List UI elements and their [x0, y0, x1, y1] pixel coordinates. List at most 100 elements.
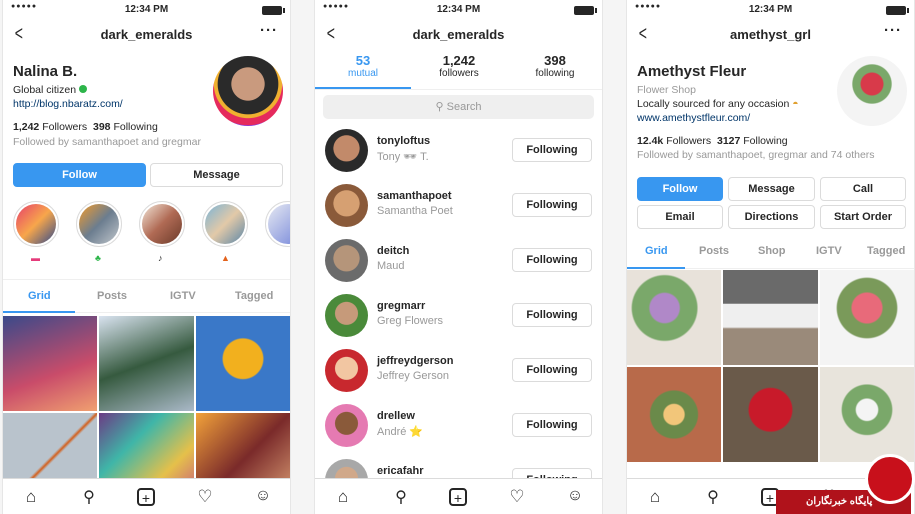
story-highlight[interactable] [265, 201, 290, 247]
following-button[interactable]: Following [512, 193, 592, 217]
nav-bar: < dark_emeralds [315, 22, 602, 48]
list-item[interactable]: drellew André ⭐ Following [315, 398, 602, 453]
message-button[interactable]: Message [728, 177, 815, 201]
full-name: André ⭐ [377, 426, 424, 438]
grid-photo[interactable] [627, 367, 722, 462]
grid-photo[interactable] [99, 316, 194, 411]
add-post-icon[interactable]: + [449, 488, 467, 506]
following-button[interactable]: Following [512, 248, 592, 272]
tab-grid[interactable]: Grid [645, 245, 668, 257]
profile-avatar[interactable] [213, 56, 283, 126]
tab-mutual[interactable]: 53 mutual [323, 53, 403, 79]
list-item[interactable]: tonyloftus Tony 🕶 T. Following [315, 123, 602, 178]
heart-icon[interactable]: ♡ [507, 487, 527, 507]
profile-tabs: Grid Posts IGTV Tagged [3, 279, 290, 313]
heart-icon[interactable]: ♡ [195, 487, 215, 507]
tab-posts[interactable]: Posts [699, 245, 729, 257]
tab-following[interactable]: 398 following [515, 53, 595, 79]
tab-tagged[interactable]: Tagged [235, 290, 273, 302]
profile-bio: Global citizen [13, 84, 87, 96]
profile-avatar[interactable] [837, 56, 907, 126]
avatar [325, 404, 368, 447]
grid-photo[interactable] [723, 367, 818, 462]
profile-screen-nalina: ●●●●● 12:34 PM < dark_emeralds ··· Nalin… [2, 0, 291, 514]
battery-icon [262, 6, 285, 15]
grid-photo[interactable] [819, 367, 914, 462]
list-item[interactable]: gregmarr Greg Flowers Following [315, 288, 602, 343]
follow-button[interactable]: Follow [637, 177, 723, 201]
profile-icon[interactable]: ☺ [253, 487, 273, 507]
message-button[interactable]: Message [150, 163, 283, 187]
follow-button[interactable]: Follow [13, 163, 146, 187]
tab-posts[interactable]: Posts [97, 290, 127, 302]
tab-igtv[interactable]: IGTV [170, 290, 196, 302]
username: tonyloftus [377, 135, 431, 147]
following-button[interactable]: Following [512, 303, 592, 327]
directions-button[interactable]: Directions [728, 205, 815, 229]
start-order-button[interactable]: Start Order [820, 205, 906, 229]
following-button[interactable]: Following [512, 358, 592, 382]
username: ericafahr [377, 465, 424, 477]
highlight-emoji: ♪ [158, 253, 163, 263]
story-highlight[interactable] [13, 201, 59, 247]
globe-icon [78, 85, 87, 93]
nav-title: dark_emeralds [412, 27, 505, 42]
home-icon[interactable]: ⌂ [333, 487, 353, 507]
profile-name: Amethyst Fleur [637, 63, 747, 80]
tab-tagged[interactable]: Tagged [867, 245, 905, 257]
full-name: Maud [377, 260, 405, 272]
active-tab-underline [627, 267, 685, 269]
avatar [325, 349, 368, 392]
search-icon[interactable]: ⚲ [79, 487, 99, 507]
search-icon[interactable]: ⚲ [703, 487, 723, 507]
email-button[interactable]: Email [637, 205, 723, 229]
home-icon[interactable]: ⌂ [21, 487, 41, 507]
grid-photo[interactable] [627, 270, 722, 365]
search-input[interactable]: ⚲ Search [323, 95, 594, 119]
profile-tabs: Grid Posts Shop IGTV Tagged [627, 235, 914, 269]
list-item[interactable]: jeffreydgerson Jeffrey Gerson Following [315, 343, 602, 398]
search-icon[interactable]: ⚲ [391, 487, 411, 507]
more-icon[interactable]: ··· [884, 22, 902, 39]
call-button[interactable]: Call [820, 177, 906, 201]
username: jeffreydgerson [377, 355, 454, 367]
following-button[interactable]: Following [512, 138, 592, 162]
followers-screen: ●●●●● 12:34 PM < dark_emeralds 53 mutual … [314, 0, 603, 514]
profile-icon[interactable]: ☺ [565, 487, 585, 507]
rainbow-icon: ◓ [792, 98, 799, 110]
highlight-emoji: ♣ [95, 253, 101, 263]
story-highlight[interactable] [76, 201, 122, 247]
grid-photo[interactable] [195, 316, 290, 411]
battery-icon [886, 6, 909, 15]
add-post-icon[interactable]: + [137, 488, 155, 506]
profile-link[interactable]: www.amethystfleur.com/ [637, 112, 750, 124]
avatar [325, 129, 368, 172]
list-item[interactable]: deitch Maud Following [315, 233, 602, 288]
profile-bio: Locally sourced for any occasion ◓ [637, 98, 799, 110]
tab-grid[interactable]: Grid [28, 290, 51, 302]
profile-name: Nalina B. [13, 63, 78, 80]
full-name: Greg Flowers [377, 315, 444, 327]
avatar [325, 184, 368, 227]
story-highlight[interactable] [139, 201, 185, 247]
story-highlight[interactable] [202, 201, 248, 247]
business-profile-screen: ●●●●● 12:34 PM < amethyst_grl ··· Amethy… [626, 0, 915, 514]
status-bar: ●●●●● 12:34 PM [315, 0, 602, 20]
grid-photo[interactable] [3, 316, 98, 411]
grid-photo[interactable] [723, 270, 818, 365]
list-item[interactable]: samanthapoet Samantha Poet Following [315, 178, 602, 233]
more-icon[interactable]: ··· [260, 22, 278, 39]
following-button[interactable]: Following [512, 413, 592, 437]
tab-followers[interactable]: 1,242 followers [419, 53, 499, 79]
search-icon: ⚲ [435, 101, 444, 113]
avatar [325, 239, 368, 282]
username: gregmarr [377, 300, 426, 312]
status-time: 12:34 PM [124, 4, 169, 15]
home-icon[interactable]: ⌂ [645, 487, 665, 507]
active-tab-underline [3, 311, 75, 313]
grid-photo[interactable] [819, 270, 914, 365]
nav-bar: < amethyst_grl ··· [627, 22, 914, 48]
profile-link[interactable]: http://blog.nbaratz.com/ [13, 98, 123, 110]
tab-igtv[interactable]: IGTV [816, 245, 842, 257]
tab-shop[interactable]: Shop [758, 245, 786, 257]
